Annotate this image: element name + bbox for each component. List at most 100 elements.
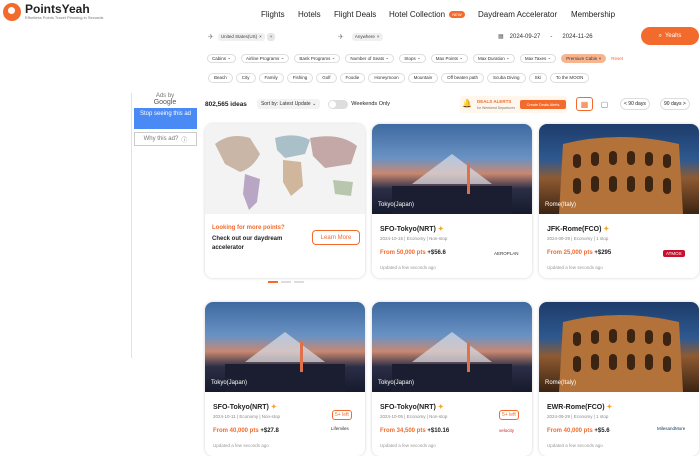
- why-this-ad-button[interactable]: Why this ad? ⓘ: [134, 132, 197, 146]
- route-title: SFO-Tokyo(NRT) ✦: [380, 403, 444, 411]
- origin-remove-icon[interactable]: ×: [259, 34, 262, 39]
- points-price: From 40,000 pts: [547, 428, 593, 434]
- route-text: EWR-Rome(FCO): [547, 404, 605, 411]
- airline-logo: MilesandMore: [657, 426, 686, 431]
- logo-mark-icon: [3, 3, 21, 21]
- alert-bell-icon: 🔔: [462, 99, 472, 108]
- new-badge: NEW: [449, 11, 465, 19]
- date-range[interactable]: ▦ 2024-09-27 - 2024-11-26: [498, 30, 593, 43]
- seats-left-badge: 5+ left: [499, 410, 519, 420]
- filter-max-duration[interactable]: Max Duration ⌄: [473, 53, 515, 63]
- route-text: JFK-Rome(FCO): [547, 226, 602, 233]
- reset-filters-link[interactable]: Reset: [611, 56, 623, 61]
- filter-airline-label: Airline Programs: [246, 55, 280, 61]
- points-price: From 34,500 pts: [380, 428, 426, 434]
- weekends-label: Weekends Only: [351, 101, 391, 107]
- deal-card[interactable]: Tokyo(Japan) SFO-Tokyo(NRT) ✦ 2024-10-05…: [372, 302, 532, 456]
- airline-logo: AEROPLAN: [494, 251, 519, 256]
- filter-number-of-seats[interactable]: Number of Seats ⌄: [345, 53, 395, 63]
- filter-stops-label: Stops: [404, 55, 416, 61]
- calendar-icon: ▦: [498, 34, 504, 40]
- destination-remove-icon[interactable]: ×: [377, 34, 380, 39]
- route-title: SFO-Tokyo(NRT) ✦: [213, 403, 277, 411]
- info-icon: ⓘ: [181, 137, 188, 144]
- add-origin-button[interactable]: +: [266, 32, 276, 41]
- landing-icon: ✈: [338, 33, 344, 41]
- theme-scuba-diving[interactable]: Scuba Diving: [487, 72, 526, 83]
- brand-logo[interactable]: PointsYeah Effortless Points Travel Plan…: [3, 3, 103, 21]
- filter-max-duration-label: Max Duration: [478, 55, 505, 61]
- theme-mountain[interactable]: Mountain: [407, 72, 439, 83]
- destination-label: Tokyo(Japan): [378, 202, 415, 208]
- filter-airline-programs[interactable]: Airline Programs ⌄: [241, 53, 290, 63]
- grid-view-icon[interactable]: ▦: [576, 97, 593, 111]
- range-under-90-days[interactable]: < 90 days: [620, 98, 650, 110]
- nav-daydream-accelerator[interactable]: Daydream Accelerator: [478, 10, 557, 19]
- search-button[interactable]: ⌕ Yeahs: [641, 27, 699, 45]
- deal-card[interactable]: Tokyo(Japan) SFO-Tokyo(NRT) ✦ 2024-10-11…: [205, 302, 365, 456]
- sort-dropdown[interactable]: Sort by: Latest Update ⌄: [256, 99, 321, 109]
- route-text: SFO-Tokyo(NRT): [380, 226, 436, 233]
- results-toolbar: 802,565 ideas Sort by: Latest Update ⌄ W…: [205, 96, 390, 112]
- filter-bank-label: Bank Programs: [299, 55, 331, 61]
- nav-flights[interactable]: Flights: [261, 10, 285, 19]
- range-over-90-days[interactable]: 90 days >: [660, 98, 690, 110]
- carousel-dot-active[interactable]: [268, 281, 278, 283]
- filter-max-taxes[interactable]: Max Taxes ⌄: [519, 53, 557, 63]
- map-view-icon[interactable]: ▢: [596, 97, 613, 111]
- weekends-toggle[interactable]: [328, 99, 349, 109]
- destination-row: ✈ Anywhere ×: [338, 30, 385, 43]
- create-alerts-button[interactable]: Create Deals Alerts: [520, 100, 566, 109]
- carousel-dot[interactable]: [294, 281, 304, 283]
- deal-card[interactable]: Tokyo(Japan) SFO-Tokyo(NRT) ✦ 2024-10-15…: [372, 124, 532, 278]
- theme-family[interactable]: Family: [258, 72, 284, 83]
- origin-chip[interactable]: United States(US) ×: [217, 32, 265, 41]
- learn-more-button[interactable]: Learn More: [312, 230, 360, 245]
- destination-chip[interactable]: Anywhere ×: [351, 32, 383, 41]
- theme-honeymoon[interactable]: Honeymoon: [368, 72, 405, 83]
- filter-stops[interactable]: Stops ⌄: [399, 53, 426, 63]
- date-end[interactable]: 2024-11-26: [562, 34, 592, 40]
- theme-off-beaten-path[interactable]: Off beaten path: [441, 72, 485, 83]
- theme-city[interactable]: City: [235, 72, 256, 83]
- destination-label: Anywhere: [354, 34, 375, 39]
- deal-card[interactable]: Rome(Italy) EWR-Rome(FCO) ✦ 2024-09-29 |…: [539, 302, 699, 456]
- price-row: From 25,000 pts +$295: [547, 250, 611, 256]
- airline-logo: Lifemiles: [331, 426, 349, 431]
- theme-beach[interactable]: Beach: [208, 72, 233, 83]
- sparkle-icon: ✦: [437, 404, 444, 411]
- theme-ski[interactable]: Ski: [528, 72, 547, 83]
- brand-name: PointsYeah: [25, 2, 90, 16]
- filter-bank-programs[interactable]: Bank Programs ⌄: [294, 53, 341, 63]
- search-row: ✈ United States(US) × +: [208, 30, 277, 43]
- trip-meta: 2024-09-29 | Economy | 1 stop: [547, 236, 609, 241]
- stop-seeing-ad-button[interactable]: Stop seeing this ad: [134, 108, 197, 129]
- alerts-title: DEALS ALERTS: [477, 99, 512, 104]
- price-row: From 40,000 pts +$5.6: [547, 428, 610, 434]
- filter-max-taxes-label: Max Taxes: [524, 55, 547, 61]
- theme-fishing[interactable]: Fishing: [286, 72, 314, 83]
- filter-premium-cabin[interactable]: Premium Cabin ×: [561, 53, 607, 63]
- top-header: PointsYeah Effortless Points Travel Plan…: [0, 0, 700, 28]
- deal-card[interactable]: Rome(Italy) JFK-Rome(FCO) ✦ 2024-09-29 |…: [539, 124, 699, 278]
- filter-max-points[interactable]: Max Points ⌄: [430, 53, 469, 63]
- destination-label: Tokyo(Japan): [378, 380, 415, 386]
- date-start[interactable]: 2024-09-27: [510, 34, 541, 40]
- filter-cabins[interactable]: Cabins ⌄: [207, 53, 237, 63]
- sparkle-icon: ✦: [437, 226, 444, 233]
- tokyo-city-image: Tokyo(Japan): [372, 124, 532, 214]
- carousel-dot[interactable]: [281, 281, 291, 283]
- theme-to-the-moon[interactable]: To the MOON: [549, 72, 590, 83]
- filter-row: Cabins ⌄ Airline Programs ⌄ Bank Program…: [207, 53, 623, 63]
- price-row: From 34,500 pts +$10.16: [380, 428, 449, 434]
- carousel-dots: [268, 281, 304, 283]
- theme-foodie[interactable]: Foodie: [339, 72, 366, 83]
- rome-city-image: Rome(Italy): [539, 302, 699, 392]
- theme-golf[interactable]: Golf: [316, 72, 337, 83]
- sparkle-icon: ✦: [270, 404, 277, 411]
- nav-hotels[interactable]: Hotels: [298, 10, 321, 19]
- nav-flight-deals[interactable]: Flight Deals: [334, 10, 376, 19]
- nav-membership[interactable]: Membership: [571, 10, 615, 19]
- nav-hotel-collection[interactable]: Hotel Collection NEW: [389, 10, 465, 19]
- points-price: From 40,000 pts: [213, 428, 259, 434]
